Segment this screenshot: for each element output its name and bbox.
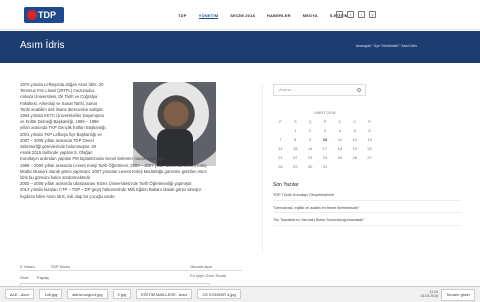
sidebar: Arama ... MART 2016 P S Ç P C C P 1 2 3 4 5 6 7 8 9 10 11… bbox=[262, 84, 461, 254]
calendar-grid: P S Ç P C C P 1 2 3 4 5 6 7 8 9 10 11 12 13 14 15 16 17 18 19 20 21… bbox=[273, 119, 377, 170]
recent-post-item[interactable]: "Demokrasi, eşitlik ve adalet en temel i… bbox=[273, 206, 461, 214]
login-button[interactable]: Oturum Açın bbox=[190, 264, 212, 269]
calendar-day[interactable]: 5 bbox=[347, 128, 362, 134]
top-navigation: TDP TDP YÖNETİM SEÇİM 2018 HABERLER MEDY… bbox=[0, 0, 480, 30]
calendar-day[interactable]: 11 bbox=[332, 137, 347, 143]
calendar-day[interactable]: 8 bbox=[288, 137, 303, 143]
calendar-day[interactable]: 27 bbox=[362, 155, 377, 161]
menu-item-secim-2018[interactable]: SEÇİM 2018 bbox=[230, 13, 255, 19]
calendar-day[interactable]: 7 bbox=[273, 137, 288, 143]
calendar-day bbox=[332, 164, 347, 170]
calendar-day[interactable]: 3 bbox=[318, 128, 333, 134]
instagram-icon[interactable]: i bbox=[358, 11, 365, 18]
calendar-day[interactable]: 14 bbox=[273, 146, 288, 152]
calendar-day[interactable]: 21 bbox=[273, 155, 288, 161]
recent-posts-title: Son Yazılar bbox=[273, 182, 299, 188]
flag-icon bbox=[27, 10, 37, 20]
calendar-day[interactable]: 29 bbox=[288, 164, 303, 170]
task-item[interactable]: akinci-ozgur4.jpg bbox=[67, 289, 108, 299]
calendar-day[interactable]: 1 bbox=[288, 128, 303, 134]
calendar-day[interactable]: 31 bbox=[318, 164, 333, 170]
calendar-day[interactable]: 23 bbox=[303, 155, 318, 161]
search-icon[interactable] bbox=[357, 88, 361, 92]
calendar-weekday: P bbox=[279, 119, 282, 124]
calendar-weekday: C bbox=[338, 119, 342, 124]
calendar-day[interactable]: 10 bbox=[318, 137, 333, 143]
menu-item-tdp[interactable]: TDP bbox=[178, 13, 187, 19]
calendar-weekday: C bbox=[353, 119, 357, 124]
calendar-day[interactable]: 25 bbox=[332, 155, 347, 161]
calendar-day[interactable]: 28 bbox=[273, 164, 288, 170]
menu-item-haberler[interactable]: HABERLER bbox=[267, 13, 291, 19]
calendar: MART 2016 P S Ç P C C P 1 2 3 4 5 6 7 8 9 10 11 12 13 14 15 16… bbox=[273, 110, 377, 170]
breadcrumb[interactable]: Anasayfa " Üye Yönetimleri " Asım İdris bbox=[356, 44, 417, 48]
sort-dropdown[interactable]: En İyiye Göre Sırala bbox=[190, 273, 226, 278]
comment-count: 0 Yorum bbox=[20, 264, 35, 269]
calendar-day[interactable]: 30 bbox=[303, 164, 318, 170]
calendar-day[interactable]: 26 bbox=[347, 155, 362, 161]
task-item[interactable]: CE KONSER 4.jpg bbox=[197, 289, 241, 299]
calendar-day[interactable]: 18 bbox=[332, 146, 347, 152]
social-links: f t i y bbox=[336, 11, 376, 18]
calendar-day[interactable]: 24 bbox=[318, 155, 333, 161]
calendar-day[interactable]: 2 bbox=[303, 128, 318, 134]
task-item[interactable]: ALE...docx bbox=[5, 289, 35, 299]
search-placeholder: Arama ... bbox=[279, 87, 296, 92]
article-line: İngilizce bilen Asım İdris, evli olup bi… bbox=[20, 193, 116, 199]
article-intro: 1970 yılında Lefkoşa'da doğan Asım İdris… bbox=[20, 82, 130, 156]
calendar-day[interactable]: 13 bbox=[362, 137, 377, 143]
search-input[interactable]: Arama ... bbox=[273, 84, 366, 96]
page-header: Asım İdris Anasayfa " Üye Yönetimleri " … bbox=[0, 31, 480, 63]
calendar-day[interactable]: 19 bbox=[347, 146, 362, 152]
like-button[interactable]: Öner bbox=[20, 275, 29, 280]
share-button[interactable]: Paylaş bbox=[37, 275, 49, 280]
calendar-day[interactable]: 9 bbox=[303, 137, 318, 143]
calendar-day bbox=[347, 164, 362, 170]
calendar-day[interactable]: 16 bbox=[303, 146, 318, 152]
main-menu: TDP YÖNETİM SEÇİM 2018 HABERLER MEDYA İL… bbox=[178, 13, 348, 19]
clock-date: 16.03.2016 bbox=[420, 294, 438, 298]
calendar-day[interactable]: 20 bbox=[362, 146, 377, 152]
calendar-day bbox=[273, 128, 288, 134]
page-title: Asım İdris bbox=[20, 40, 65, 51]
twitter-icon[interactable]: t bbox=[347, 11, 354, 18]
calendar-title: MART 2016 bbox=[314, 110, 336, 115]
calendar-weekday: P bbox=[368, 119, 371, 124]
task-item[interactable]: 2.jpg bbox=[112, 289, 132, 299]
facebook-icon[interactable]: f bbox=[336, 11, 343, 18]
recent-post-item[interactable]: TDP Tüzük Kurultayı Gerçekleştirildi bbox=[273, 193, 461, 201]
calendar-day[interactable]: 12 bbox=[347, 137, 362, 143]
calendar-weekday: Ç bbox=[308, 119, 312, 124]
comments-tab[interactable]: TDP Kıbrıs bbox=[51, 264, 71, 269]
calendar-day[interactable]: 22 bbox=[288, 155, 303, 161]
system-clock: 11:24 16.03.2016 bbox=[420, 290, 438, 298]
menu-item-yonetim[interactable]: YÖNETİM bbox=[198, 13, 219, 19]
recent-post-item[interactable]: "Bu Topraklarını Yarınları Bizim Sorumlu… bbox=[273, 218, 461, 226]
calendar-day[interactable]: 4 bbox=[332, 128, 347, 134]
calendar-weekday: P bbox=[323, 119, 327, 124]
calendar-day[interactable]: 17 bbox=[318, 146, 333, 152]
taskbar: ALE...docx 1olt.jpg akinci-ozgur4.jpg 2.… bbox=[0, 286, 480, 302]
calendar-day[interactable]: 15 bbox=[288, 146, 303, 152]
calendar-weekday: S bbox=[293, 119, 297, 124]
task-item[interactable]: EĞİTİM MAİLLESE...docx bbox=[136, 289, 193, 299]
calendar-day bbox=[362, 164, 377, 170]
calendar-day[interactable]: 6 bbox=[362, 128, 377, 134]
tdp-logo[interactable]: TDP bbox=[24, 7, 64, 23]
logo-text: TDP bbox=[38, 10, 56, 20]
task-item[interactable]: 1olt.jpg bbox=[39, 289, 63, 299]
menu-item-medya[interactable]: MEDYA bbox=[303, 13, 318, 19]
youtube-icon[interactable]: y bbox=[369, 11, 376, 18]
article-content: 1970 yılında Lefkoşa'da doğan Asım İdris… bbox=[20, 82, 242, 200]
